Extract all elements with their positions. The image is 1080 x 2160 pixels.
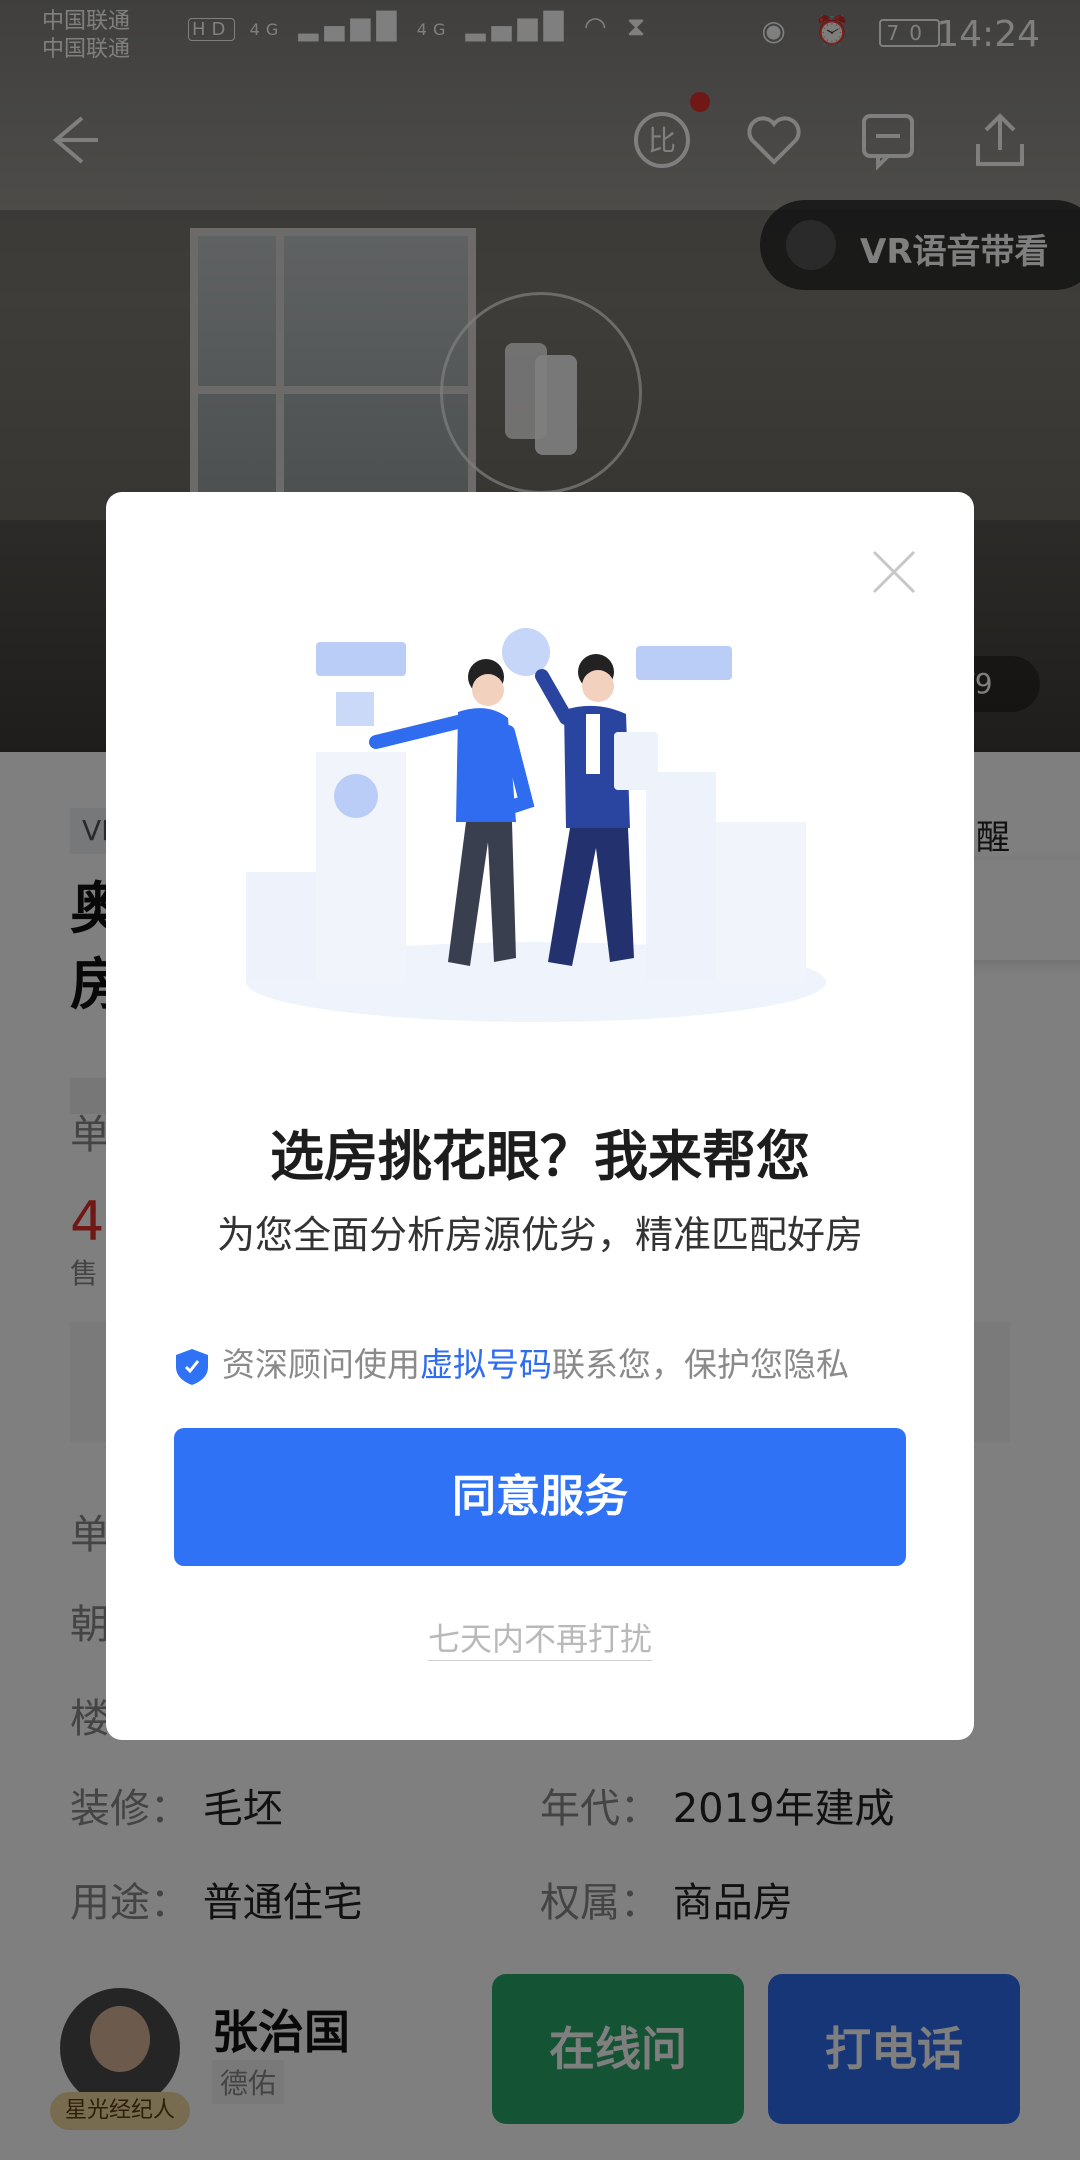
privacy-notice: 资深顾问使用虚拟号码联系您，保护您隐私 (174, 1338, 934, 1387)
agree-service-button[interactable]: 同意服务 (174, 1428, 906, 1566)
dismiss-label: 七天内不再打扰 (427, 1620, 652, 1661)
dialog-subtitle: 为您全面分析房源优劣，精准匹配好房 (216, 1213, 863, 1257)
close-icon[interactable] (870, 548, 918, 596)
virtual-number-link[interactable]: 虚拟号码 (420, 1345, 552, 1384)
privacy-prefix: 资深顾问使用 (222, 1345, 420, 1384)
dismiss-seven-days-link[interactable]: 七天内不再打扰 (106, 1614, 974, 1661)
consultants-illustration (246, 628, 826, 1022)
shield-icon (176, 1348, 208, 1385)
privacy-suffix: 联系您，保护您隐私 (552, 1345, 849, 1384)
dialog-title: 选房挑花眼？我来帮您 (270, 1125, 810, 1188)
service-consent-dialog: 选房挑花眼？我来帮您 为您全面分析房源优劣，精准匹配好房 资深顾问使用虚拟号码联… (106, 492, 974, 1740)
